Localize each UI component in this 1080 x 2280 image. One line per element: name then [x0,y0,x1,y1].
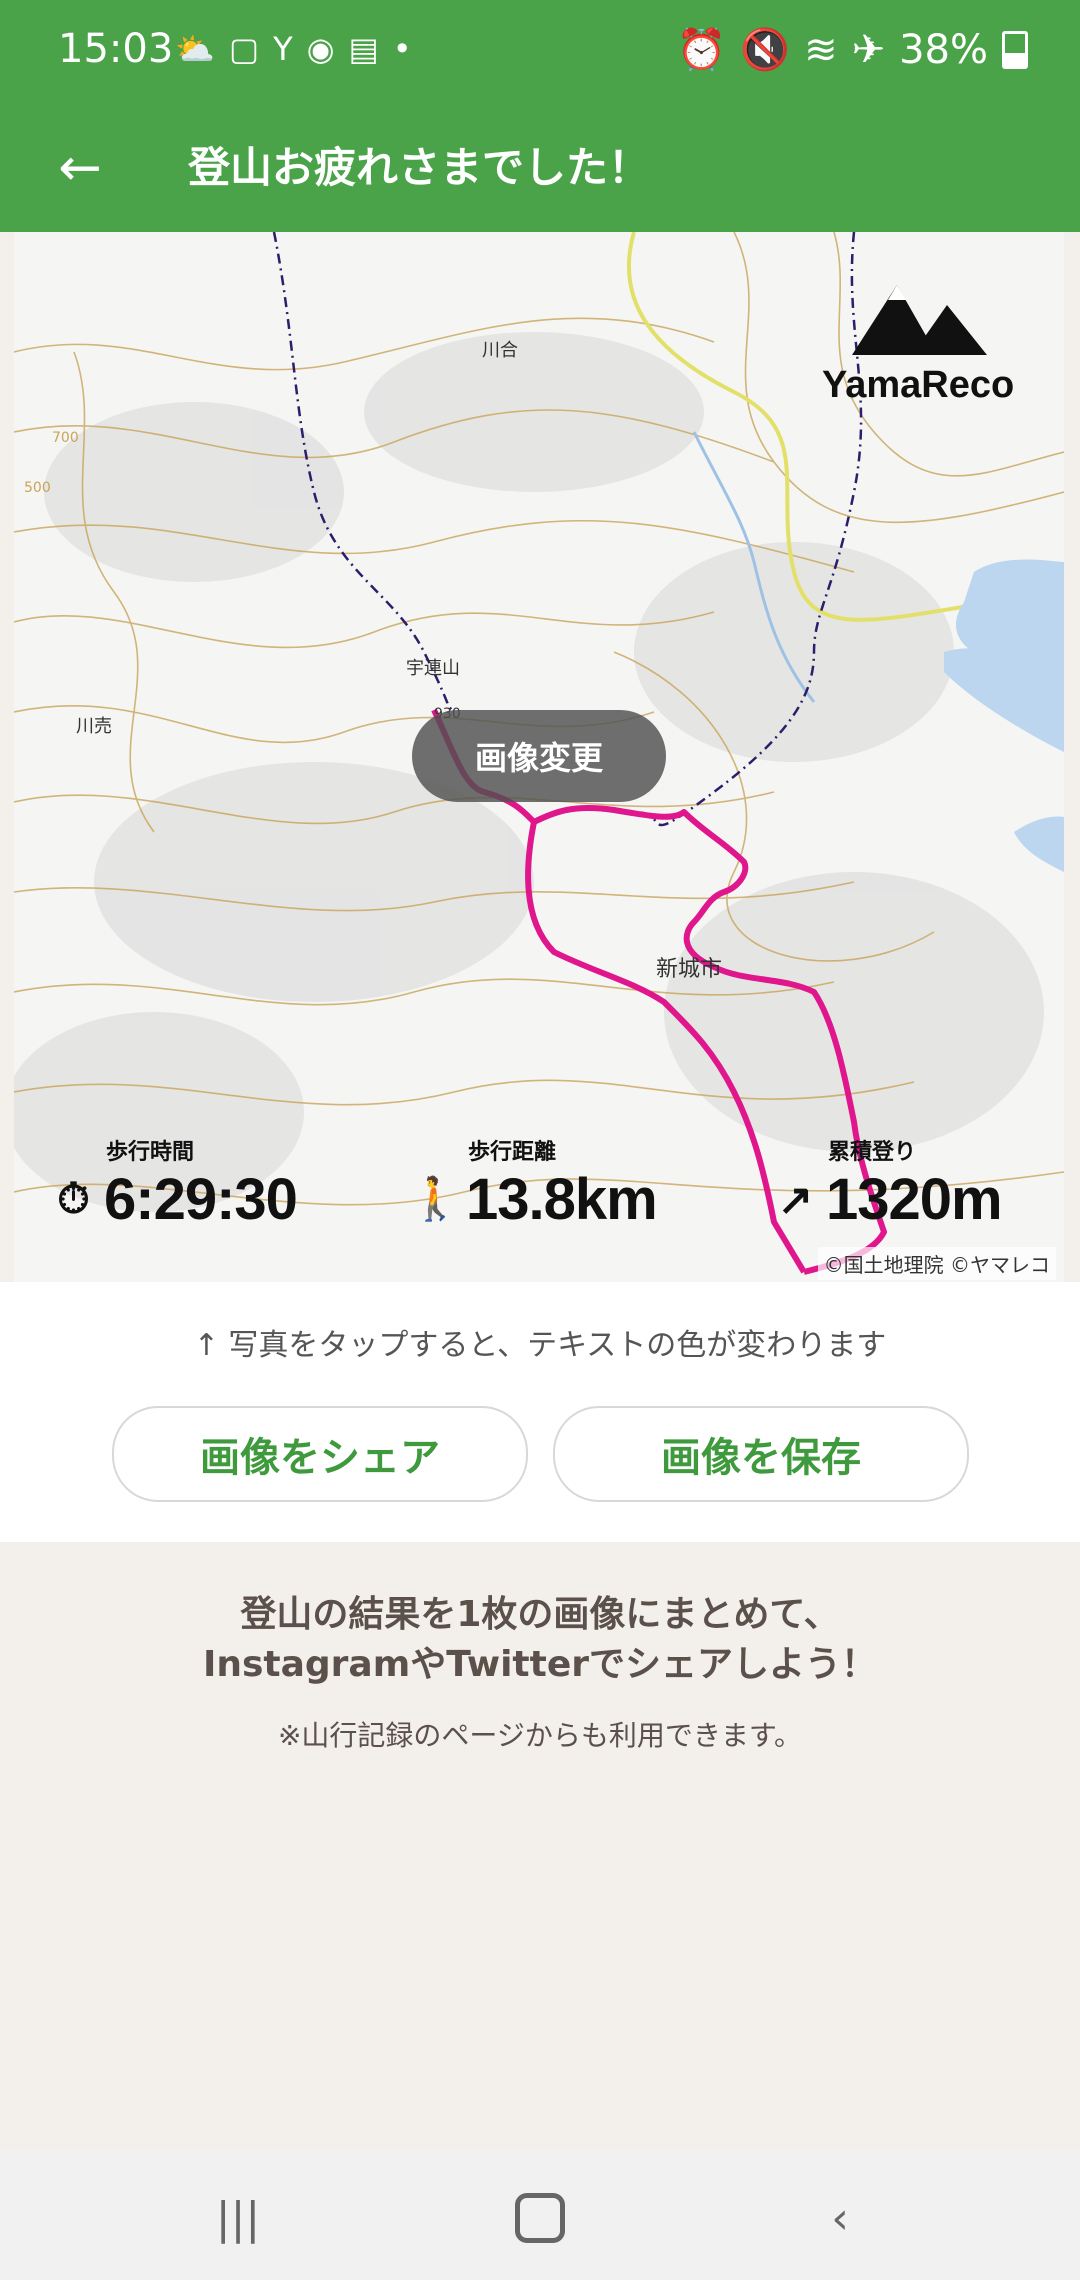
home-icon [515,2193,565,2243]
back-arrow-icon: ← [58,138,102,198]
save-image-button[interactable]: 画像を保存 [553,1406,969,1502]
map-label-c700: 700 [52,430,79,446]
page-title: 登山お疲れさまでした！ [188,143,651,192]
chevron-left-icon: ‹ [831,2192,849,2244]
stat-value: 6:29:30 [104,1167,298,1232]
walker-icon: 🚶 [409,1175,461,1222]
yamareco-logo: YamaReco [822,280,1015,407]
stat-label: 累積登り [828,1140,917,1165]
wifi-icon: ≋ [804,26,838,73]
mute-icon: 🔇 [740,27,791,73]
map-label-place1: 川合 [482,340,518,361]
stat-walking-distance: 歩行距離 🚶 13.8km [409,1134,658,1233]
map-label-place2: 宇連山 [406,658,460,679]
stat-walking-time: 歩行時間 ⏱ 6:29:30 [52,1134,298,1233]
battery-percent: 38% [899,26,988,73]
mountain-logo-icon [852,285,987,355]
app-bar: ← 登山お疲れさまでした！ [0,104,1080,232]
tap-hint: ↑ 写真をタップすると、テキストの色が変わります [193,1328,887,1363]
airplane-icon: ✈ [851,26,886,73]
map-credit: ©国土地理院 ©ヤマレコ [817,1247,1056,1280]
stat-total-ascent: 累積登り ↗ 1320m [774,1134,1003,1233]
dot-icon: • [392,30,426,68]
logo-text: YamaReco [822,364,1015,406]
map-label-c500: 500 [24,480,51,496]
chrome-icon: ◉ [306,30,349,68]
map-label-place4: 新城市 [656,957,722,982]
recents-icon: ||| [215,2192,261,2244]
news-icon: ▤ [348,30,393,68]
stat-value: 13.8km [466,1167,658,1232]
box-icon: ▢ [228,30,274,68]
home-button[interactable] [500,2188,580,2248]
stopwatch-icon: ⏱ [57,1175,90,1222]
back-button[interactable]: ← [42,130,118,206]
weather-icon: ⛅ [175,30,229,68]
promo-line1: 登山の結果を1枚の画像にまとめて、 [240,1594,840,1635]
promo-note: ※山行記録のページからも利用できます。 [277,1719,803,1752]
share-panel: ↑ 写真をタップすると、テキストの色が変わります 画像をシェア 画像を保存 [0,1282,1080,1542]
status-right: ⏰ 🔇 ≋ ✈ 38% [676,26,1028,73]
change-image-button[interactable]: 画像変更 [412,710,666,802]
system-nav-bar: ||| ‹ [0,2150,1080,2280]
recents-button[interactable]: ||| [198,2188,278,2248]
promo-section: 登山の結果を1枚の画像にまとめて、 InstagramやTwitterでシェアし… [0,1590,1080,1754]
share-image-button[interactable]: 画像をシェア [112,1406,528,1502]
alarm-icon: ⏰ [676,27,727,73]
summary-image[interactable]: 川合 宇連山 930 川売 新城市 700 500 YamaReco 画像変更 … [14,232,1064,1282]
back-nav-button[interactable]: ‹ [800,2188,880,2248]
battery-icon [1002,30,1028,69]
status-bar: 15:03 ⛅▢Y◉▤• ⏰ 🔇 ≋ ✈ 38% [0,0,1080,104]
yahoo-icon: Y [273,30,307,68]
notification-icons: ⛅▢Y◉▤• [175,30,426,68]
stat-label: 歩行時間 [106,1140,195,1165]
status-time: 15:03 [58,26,174,72]
up-arrow-icon: ↗ [777,1176,813,1223]
stat-value: 1320m [826,1167,1003,1232]
promo-line2: InstagramやTwitterでシェアしよう！ [202,1644,878,1685]
stat-label: 歩行距離 [468,1140,557,1165]
map-label-place3: 川売 [76,716,112,737]
